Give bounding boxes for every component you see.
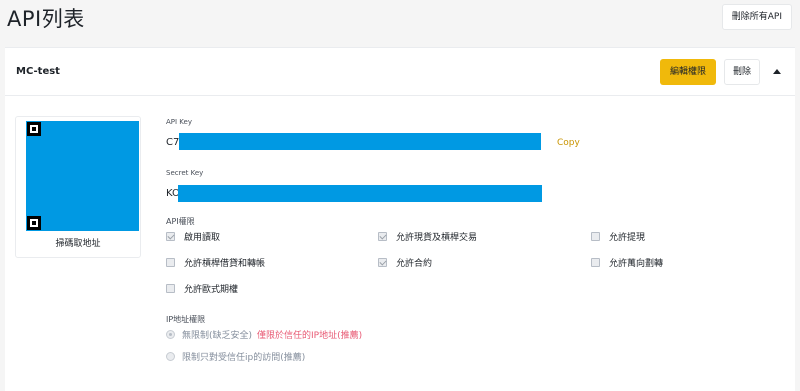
qr-caption: 掃碼取地址 [55,239,101,249]
permission-european-options[interactable]: 允許歐式期權 [166,282,238,295]
page-title: API列表 [7,7,85,31]
ip-restricted-option[interactable]: 限制只對受信任ip的訪問(推薦) [166,350,305,363]
qr-code-panel: 掃碼取地址 [15,116,141,258]
collapse-icon[interactable] [773,69,781,74]
permission-spot-margin-trading[interactable]: 允許現貨及槓桿交易 [378,230,477,243]
delete-api-button[interactable]: 刪除 [724,59,760,85]
ip-option-label: 限制只對受信任ip的訪問(推薦) [182,353,306,363]
ip-recommendation-note: 僅限於信任的IP地址(推薦) [257,331,363,341]
secret-key-redaction [178,185,542,202]
permission-label: 允許歐式期權 [184,285,239,295]
api-key-value: C7 [166,137,180,148]
checkbox-checked[interactable] [378,258,387,267]
permission-futures[interactable]: 允許合約 [378,256,432,269]
permission-label: 允許合約 [396,259,433,269]
permission-margin-loan-transfer[interactable]: 允許槓桿借貸和轉帳 [166,256,265,269]
api-key-redaction [179,133,541,150]
checkbox[interactable] [591,258,600,267]
delete-all-api-button[interactable]: 刪除所有API [721,4,792,30]
permission-enable-reading[interactable]: 啟用讀取 [166,230,220,243]
edit-permissions-button[interactable]: 編輯權限 [660,59,716,85]
permission-label: 允許槓桿借貸和轉帳 [184,259,266,269]
checkbox[interactable] [591,232,600,241]
api-name: MC-test [16,66,60,77]
radio-selected[interactable] [166,330,175,339]
checkbox[interactable] [166,284,175,293]
permission-label: 允許提現 [609,233,646,243]
ip-unrestricted-option[interactable]: 無限制(缺乏安全) 僅限於信任的IP地址(推薦) [166,328,362,341]
checkbox[interactable] [166,258,175,267]
permission-label: 允許萬向劃轉 [609,259,664,269]
ip-option-label: 無限制(缺乏安全) [182,331,253,341]
radio[interactable] [166,352,175,361]
permission-label: 允許現貨及槓桿交易 [396,233,478,243]
qr-finder-icon [27,216,41,230]
api-card: MC-test 編輯權限 刪除 掃碼取地址 API Key C7 Copy Se… [5,47,795,391]
secret-key-label: Secret Key [166,169,204,177]
qr-code-image [26,121,139,231]
api-permissions-label: API權限 [166,217,195,226]
permission-withdrawals[interactable]: 允許提現 [591,230,645,243]
checkbox-checked[interactable] [378,232,387,241]
qr-finder-icon [27,122,41,136]
checkbox-checked[interactable] [166,232,175,241]
permission-label: 啟用讀取 [184,233,221,243]
card-header: MC-test 編輯權限 刪除 [5,48,795,96]
ip-access-label: IP地址權限 [166,315,206,324]
permission-universal-transfer[interactable]: 允許萬向劃轉 [591,256,663,269]
api-key-label: API Key [166,118,192,126]
copy-api-key-link[interactable]: Copy [557,138,580,148]
